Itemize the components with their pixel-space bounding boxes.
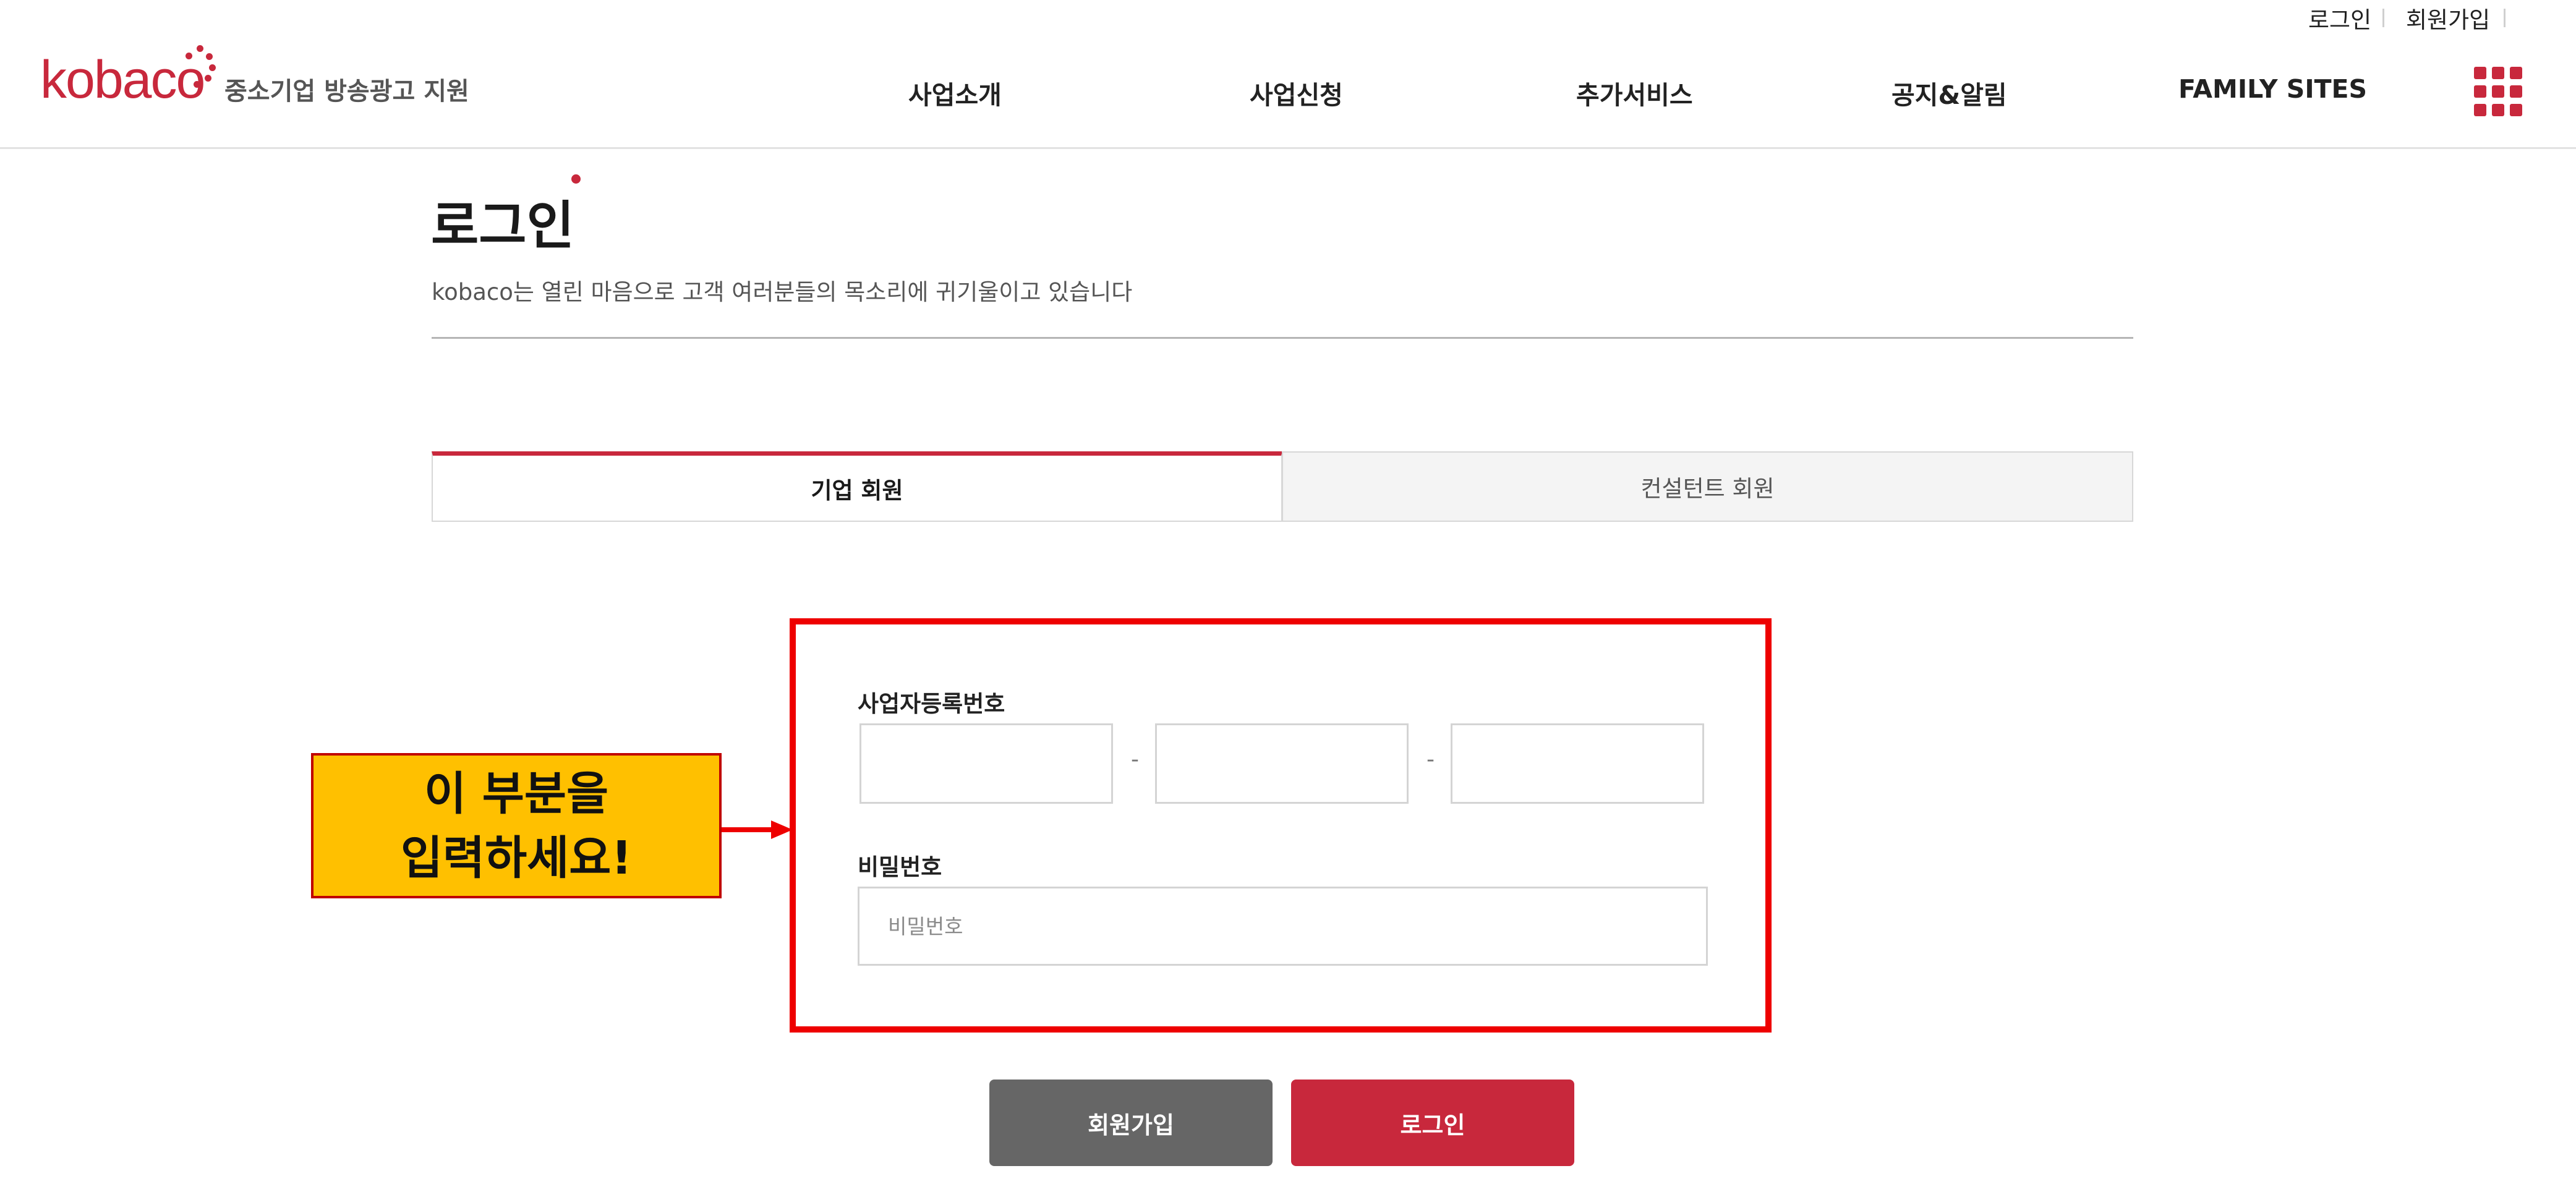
tab-company-member[interactable]: 기업 회원 <box>432 451 1282 522</box>
nav-item-family-sites[interactable]: FAMILY SITES <box>2178 74 2367 104</box>
password-input[interactable] <box>858 887 1708 966</box>
tab-consultant-member[interactable]: 컨설턴트 회원 <box>1282 451 2133 522</box>
login-button[interactable]: 로그인 <box>1291 1080 1574 1166</box>
business-number-input-1[interactable] <box>859 723 1113 804</box>
title-accent-dot <box>571 174 581 184</box>
nav-item-notices[interactable]: 공지&알림 <box>1891 74 2007 111</box>
tab-label: 기업 회원 <box>811 477 903 504</box>
logo-dot <box>186 53 192 59</box>
site-header: 로그인 회원가입 kobaco 중소기업 방송광고 지원 사업소개 사업신청 추… <box>0 0 2576 149</box>
grid-cell <box>2492 104 2504 116</box>
grid-cell <box>2492 85 2504 98</box>
grid-cell <box>2492 67 2504 79</box>
business-number-input-3[interactable] <box>1451 723 1704 804</box>
logo-subtitle: 중소기업 방송광고 지원 <box>224 77 469 106</box>
logo-dot <box>194 81 200 88</box>
dash-separator: - <box>1427 747 1435 772</box>
password-label: 비밀번호 <box>858 854 942 880</box>
grid-cell <box>2474 104 2486 116</box>
dash-separator: - <box>1131 747 1139 772</box>
grid-cell <box>2510 67 2522 79</box>
logo-dot <box>209 64 216 71</box>
logo-dot <box>206 53 213 60</box>
util-login-link[interactable]: 로그인 <box>2308 1 2371 35</box>
nav-item-extra-services[interactable]: 추가서비스 <box>1576 74 1693 111</box>
logo-wordmark: kobaco <box>40 50 205 109</box>
logo-dot <box>197 45 203 52</box>
nav-item-about[interactable]: 사업소개 <box>908 74 1002 111</box>
nav-item-apply[interactable]: 사업신청 <box>1250 74 1343 111</box>
title-divider <box>432 337 2133 339</box>
logo-dot <box>205 75 211 82</box>
util-signup-link[interactable]: 회원가입 <box>2406 1 2490 35</box>
grid-cell <box>2474 67 2486 79</box>
util-separator <box>2504 9 2506 27</box>
tab-label: 컨설턴트 회원 <box>1640 475 1775 502</box>
business-number-input-2[interactable] <box>1155 723 1409 804</box>
signup-button[interactable]: 회원가입 <box>989 1080 1273 1166</box>
page-subtitle: kobaco는 열린 마음으로 고객 여러분들의 목소리에 귀기울이고 있습니다 <box>432 279 1133 305</box>
util-separator <box>2382 9 2384 27</box>
arrow-right-icon <box>722 820 793 839</box>
grid-cell <box>2510 85 2522 98</box>
grid-cell <box>2474 85 2486 98</box>
grid-menu-icon[interactable] <box>2474 67 2522 116</box>
callout-line-1: 이 부분을 <box>424 767 609 820</box>
highlight-annotation-box <box>790 618 1772 1033</box>
grid-cell <box>2510 104 2522 116</box>
callout-note: 이 부분을 입력하세요! <box>311 753 722 898</box>
callout-line-2: 입력하세요! <box>400 831 633 885</box>
page-title: 로그인 <box>431 195 574 256</box>
business-number-label: 사업자등록번호 <box>858 691 1005 717</box>
